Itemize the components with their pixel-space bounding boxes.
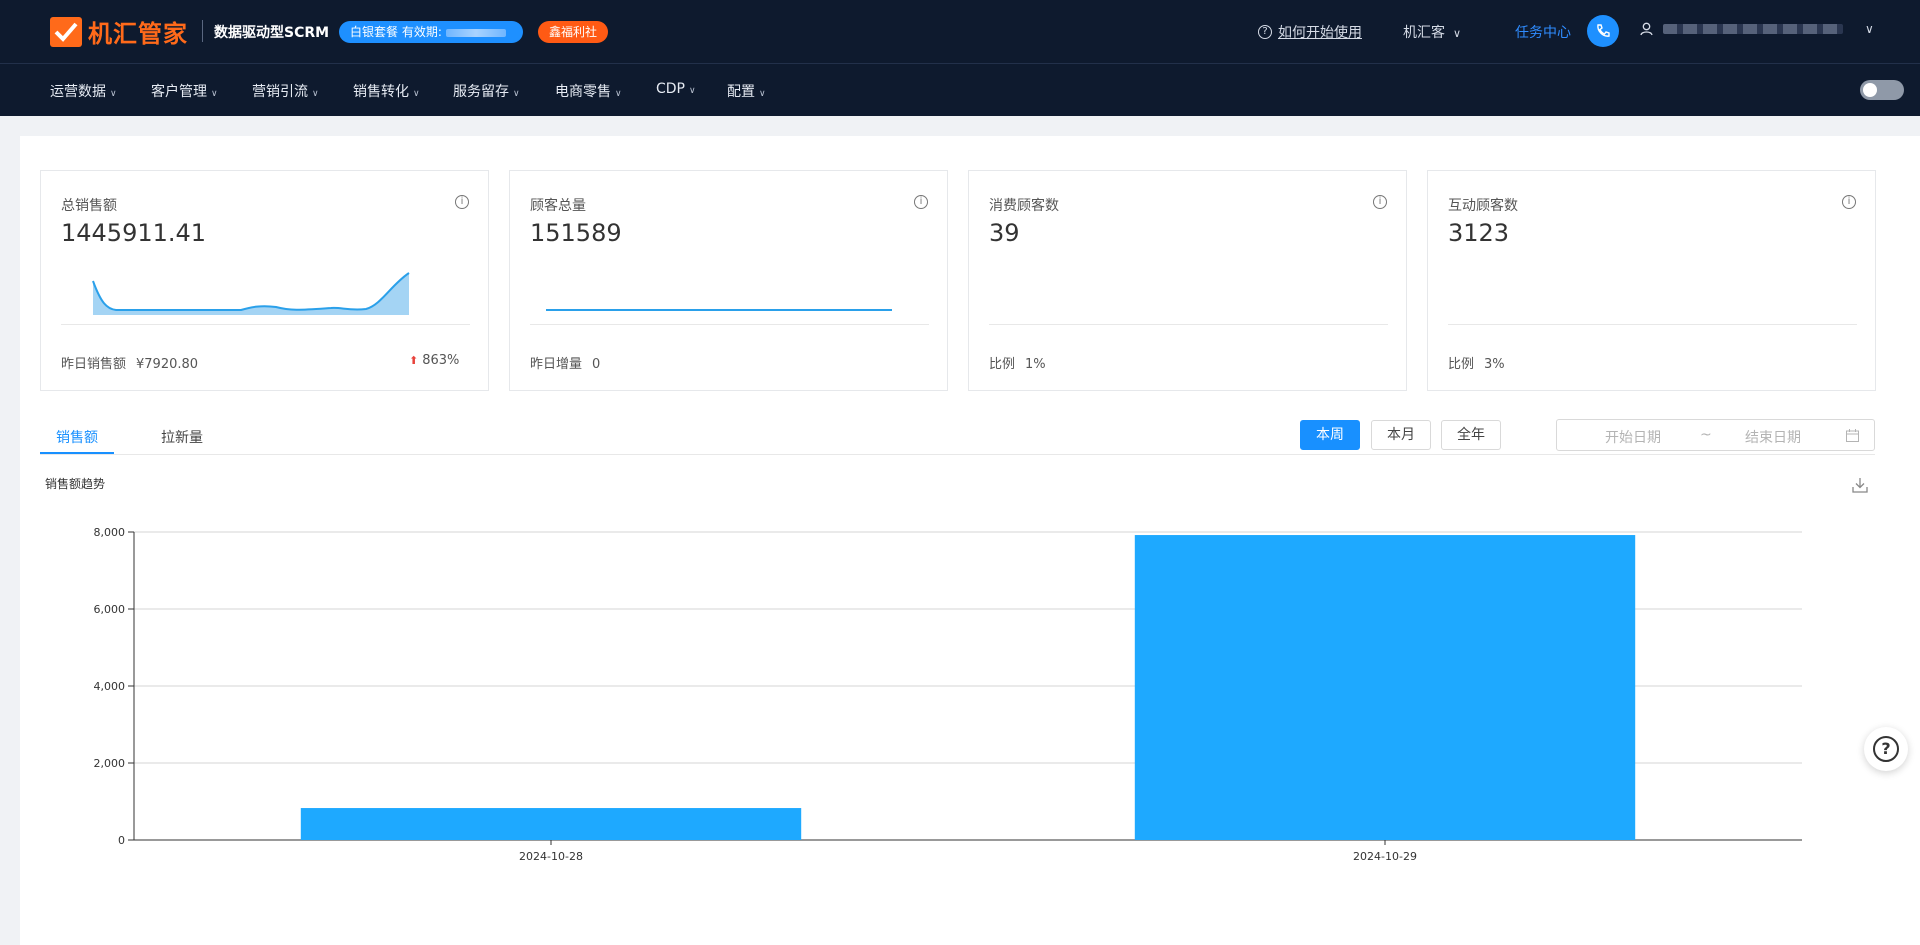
card-value: 151589	[530, 219, 622, 247]
package-badge-label: 白银套餐 有效期:	[350, 25, 442, 39]
toggle-knob	[1863, 83, 1877, 97]
card-divider	[1448, 324, 1857, 325]
card-title: 总销售额	[61, 198, 117, 214]
tab-new-customers[interactable]: 拉新量	[161, 427, 203, 447]
chevron-down-icon: ∨	[312, 89, 319, 99]
tab-sales[interactable]: 销售额	[56, 427, 98, 447]
date-range-picker[interactable]: 开始日期 ~ 结束日期	[1556, 419, 1875, 451]
org-switcher[interactable]: 机汇客 ∨	[1403, 22, 1461, 42]
how-to-label: 如何开始使用	[1278, 25, 1362, 41]
stat-card-engaged-customers: 互动顾客数 i 3123 比例 3%	[1427, 170, 1876, 391]
x-tick-label: 2024-10-29	[1353, 850, 1417, 863]
chevron-down-icon: ∨	[759, 89, 766, 99]
info-icon[interactable]: i	[1373, 195, 1387, 209]
question-circle-icon: ?	[1258, 25, 1272, 39]
info-icon[interactable]: i	[914, 195, 928, 209]
user-menu[interactable]: ∨	[1640, 22, 1874, 36]
trend-indicator: ⬆ 863%	[409, 353, 460, 368]
card-title: 消费顾客数	[989, 198, 1059, 214]
help-icon: ?	[1873, 736, 1899, 762]
welfare-badge[interactable]: 鑫福利社	[538, 21, 608, 43]
stat-card-paying-customers: 消费顾客数 i 39 比例 1%	[968, 170, 1407, 391]
card-title: 顾客总量	[530, 198, 586, 214]
card-divider	[530, 324, 929, 325]
tab-divider	[40, 454, 1875, 455]
chevron-down-icon: ∨	[211, 89, 218, 99]
card-footer: 比例 3%	[1448, 357, 1505, 372]
y-tick-label: 6,000	[94, 603, 126, 616]
sales-sparkline	[92, 272, 410, 315]
redacted-date	[445, 28, 506, 37]
package-badge[interactable]: 白银套餐 有效期:	[339, 21, 523, 43]
chevron-down-icon: ∨	[1865, 22, 1874, 36]
y-tick-label: 2,000	[94, 757, 126, 770]
chart-title: 销售额趋势	[45, 477, 106, 491]
chart-bar	[300, 808, 802, 840]
logo-check-icon	[50, 16, 82, 47]
task-center-link[interactable]: 任务中心	[1515, 22, 1571, 42]
phone-icon	[1597, 24, 1610, 37]
chevron-down-icon: ∨	[615, 89, 622, 99]
end-date-input[interactable]: 结束日期	[1745, 427, 1801, 447]
start-date-input[interactable]: 开始日期	[1605, 427, 1661, 447]
help-button[interactable]: ?	[1864, 727, 1908, 771]
nav-item-operations[interactable]: 运营数据 ∨	[50, 81, 117, 101]
card-value: 3123	[1448, 219, 1510, 247]
main-nav: 运营数据 ∨ 客户管理 ∨ 营销引流 ∨ 销售转化 ∨ 服务留存 ∨ 电商零售 ∨ CDP ∨…	[0, 64, 1920, 116]
card-footer: 比例 1%	[989, 357, 1046, 372]
customers-sparkline	[546, 309, 892, 311]
stat-card-total-customers: 顾客总量 i 151589 昨日增量 0	[509, 170, 948, 391]
y-tick-label: 0	[118, 834, 125, 847]
logo-text: 机汇管家	[88, 20, 188, 48]
how-to-link[interactable]: ? 如何开始使用	[1258, 22, 1362, 42]
y-tick-label: 8,000	[94, 526, 126, 539]
y-tick-label: 4,000	[94, 680, 126, 693]
download-icon[interactable]	[1852, 477, 1868, 493]
nav-item-ecommerce[interactable]: 电商零售 ∨	[555, 81, 622, 101]
range-full-year-button[interactable]: 全年	[1441, 420, 1501, 450]
card-divider	[989, 324, 1388, 325]
logo-divider	[202, 20, 203, 42]
phone-button[interactable]	[1587, 15, 1619, 47]
chevron-down-icon: ∨	[689, 86, 696, 96]
tagline: 数据驱动型SCRM	[214, 25, 330, 41]
chart-bar	[1134, 535, 1636, 840]
calendar-icon	[1846, 429, 1859, 442]
info-icon[interactable]: i	[455, 195, 469, 209]
theme-toggle[interactable]	[1860, 80, 1904, 100]
nav-item-customers[interactable]: 客户管理 ∨	[151, 81, 218, 101]
redacted-username	[1663, 24, 1843, 34]
range-this-week-button[interactable]: 本周	[1300, 420, 1360, 450]
nav-item-marketing[interactable]: 营销引流 ∨	[252, 81, 319, 101]
card-title: 互动顾客数	[1448, 198, 1518, 214]
nav-item-sales[interactable]: 销售转化 ∨	[353, 81, 420, 101]
sales-trend-chart: 0 2,000 4,000 6,000 8,000 2024-10-28 2024-10-2…	[94, 526, 1802, 863]
stat-card-total-sales: 总销售额 i 1445911.41 昨日销售额 ¥7920.80 ⬆ 863%	[40, 170, 489, 391]
tab-active-indicator	[40, 452, 114, 454]
card-footer: 昨日销售额 ¥7920.80	[61, 357, 199, 372]
nav-item-cdp[interactable]: CDP ∨	[656, 81, 696, 97]
logo[interactable]: 机汇管家	[50, 14, 188, 49]
card-footer: 昨日增量 0	[530, 357, 601, 372]
nav-item-settings[interactable]: 配置 ∨	[727, 81, 766, 101]
chevron-down-icon: ∨	[413, 89, 420, 99]
top-header: 机汇管家 数据驱动型SCRM 白银套餐 有效期: 鑫福利社 ? 如何开始使用 机…	[0, 0, 1920, 64]
nav-item-retention[interactable]: 服务留存 ∨	[453, 81, 520, 101]
arrow-up-icon: ⬆	[409, 354, 419, 367]
org-name: 机汇客	[1403, 25, 1445, 41]
card-value: 39	[989, 219, 1020, 247]
info-icon[interactable]: i	[1842, 195, 1856, 209]
user-icon	[1640, 22, 1653, 36]
range-this-month-button[interactable]: 本月	[1371, 420, 1431, 450]
chevron-down-icon: ∨	[513, 89, 520, 99]
chevron-down-icon: ∨	[110, 89, 117, 99]
date-separator: ~	[1700, 427, 1712, 443]
x-tick-label: 2024-10-28	[519, 850, 583, 863]
card-value: 1445911.41	[61, 219, 207, 247]
card-divider	[61, 324, 470, 325]
chevron-down-icon: ∨	[1453, 27, 1462, 40]
